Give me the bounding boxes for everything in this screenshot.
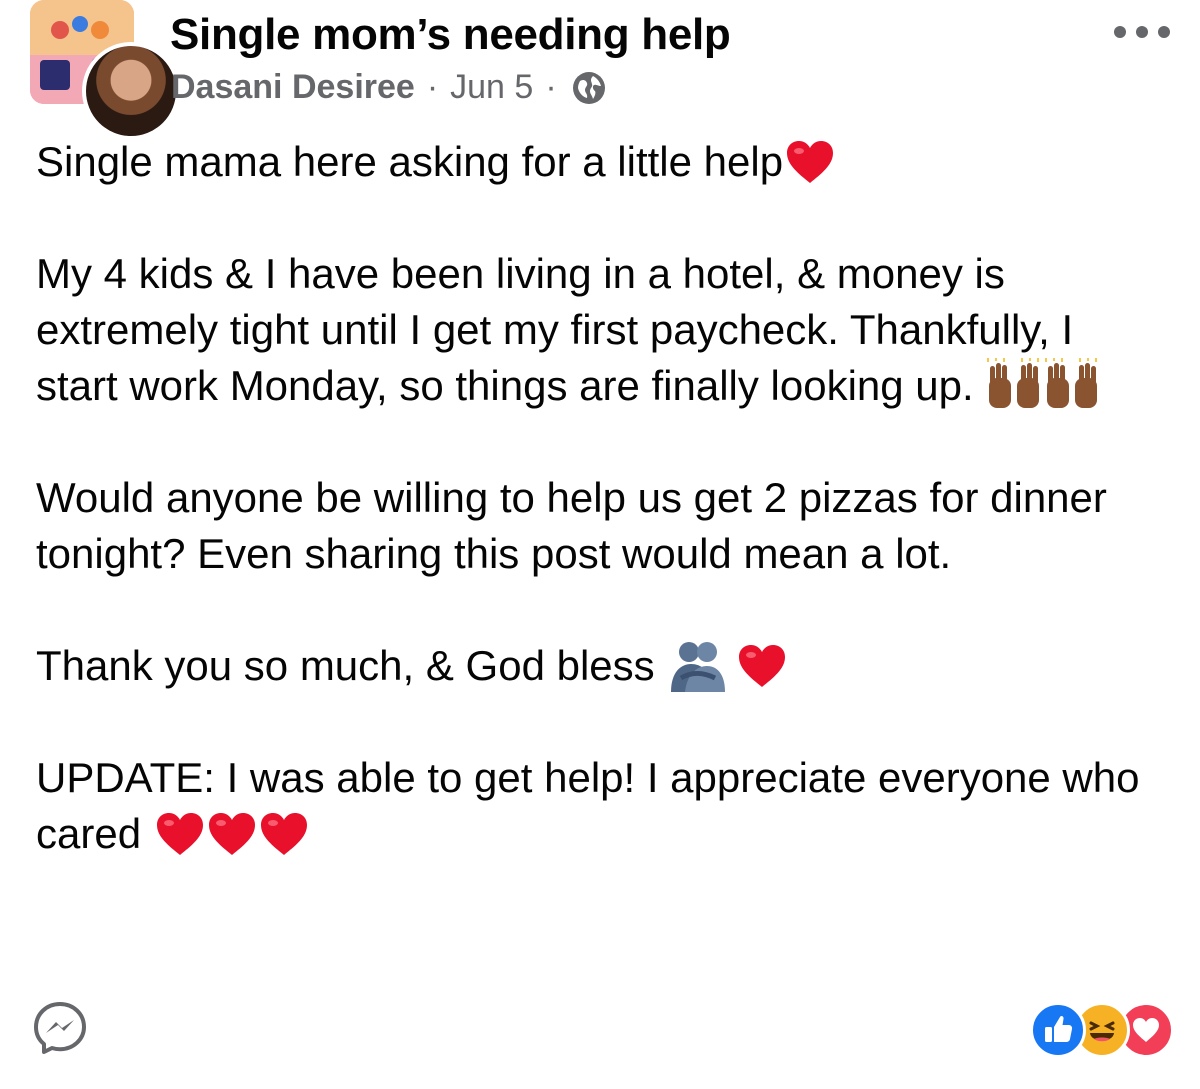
meta-separator-2: ·: [545, 68, 557, 106]
like-reaction-icon: [1030, 1002, 1086, 1058]
people-hugging-emoji: [670, 642, 725, 692]
reactions-summary[interactable]: [1030, 1002, 1174, 1058]
post-meta: Dasani Desiree · Jun 5 ·: [171, 68, 607, 107]
post-date[interactable]: Jun 5: [450, 68, 533, 107]
post-text-2: My 4 kids & I have been living in a hote…: [36, 250, 1085, 409]
post-text-1: Single mama here asking for a little hel…: [36, 138, 784, 185]
author-name[interactable]: Dasani Desiree: [171, 68, 415, 107]
author-avatar[interactable]: [82, 42, 180, 140]
group-name[interactable]: Single mom’s needing help: [170, 10, 731, 60]
post-paragraph-5: UPDATE: I was able to get help! I apprec…: [36, 750, 1166, 862]
more-options-dot: [1114, 26, 1126, 38]
red-heart-emoji: [787, 141, 834, 183]
red-heart-emoji: [260, 813, 307, 855]
post-paragraph-1: Single mama here asking for a little hel…: [36, 134, 1166, 190]
meta-separator: ·: [426, 68, 439, 106]
post-paragraph-3: Would anyone be willing to help us get 2…: [36, 474, 1119, 577]
more-options-dot: [1136, 26, 1148, 38]
post-text-4: Thank you so much, & God bless: [36, 642, 655, 689]
globe-icon[interactable]: [571, 70, 607, 106]
messenger-icon[interactable]: [32, 1000, 88, 1056]
thumbs-up-icon: [1045, 1015, 1073, 1042]
more-options-dot: [1158, 26, 1170, 38]
post-paragraph-4: Thank you so much, & God bless: [36, 638, 1166, 694]
red-heart-emoji: [208, 813, 255, 855]
raising-hands-emoji: [1045, 358, 1098, 408]
red-heart-emoji: [156, 813, 203, 855]
raising-hands-emoji: [987, 358, 1040, 408]
facebook-post: Single mom’s needing help Dasani Desiree…: [0, 0, 1200, 1089]
post-body: Single mama here asking for a little hel…: [36, 134, 1166, 918]
post-paragraph-2: My 4 kids & I have been living in a hote…: [36, 246, 1166, 414]
post-header: Single mom’s needing help Dasani Desiree…: [30, 0, 1170, 140]
red-heart-emoji: [738, 645, 785, 687]
more-options-button[interactable]: [1114, 12, 1170, 52]
